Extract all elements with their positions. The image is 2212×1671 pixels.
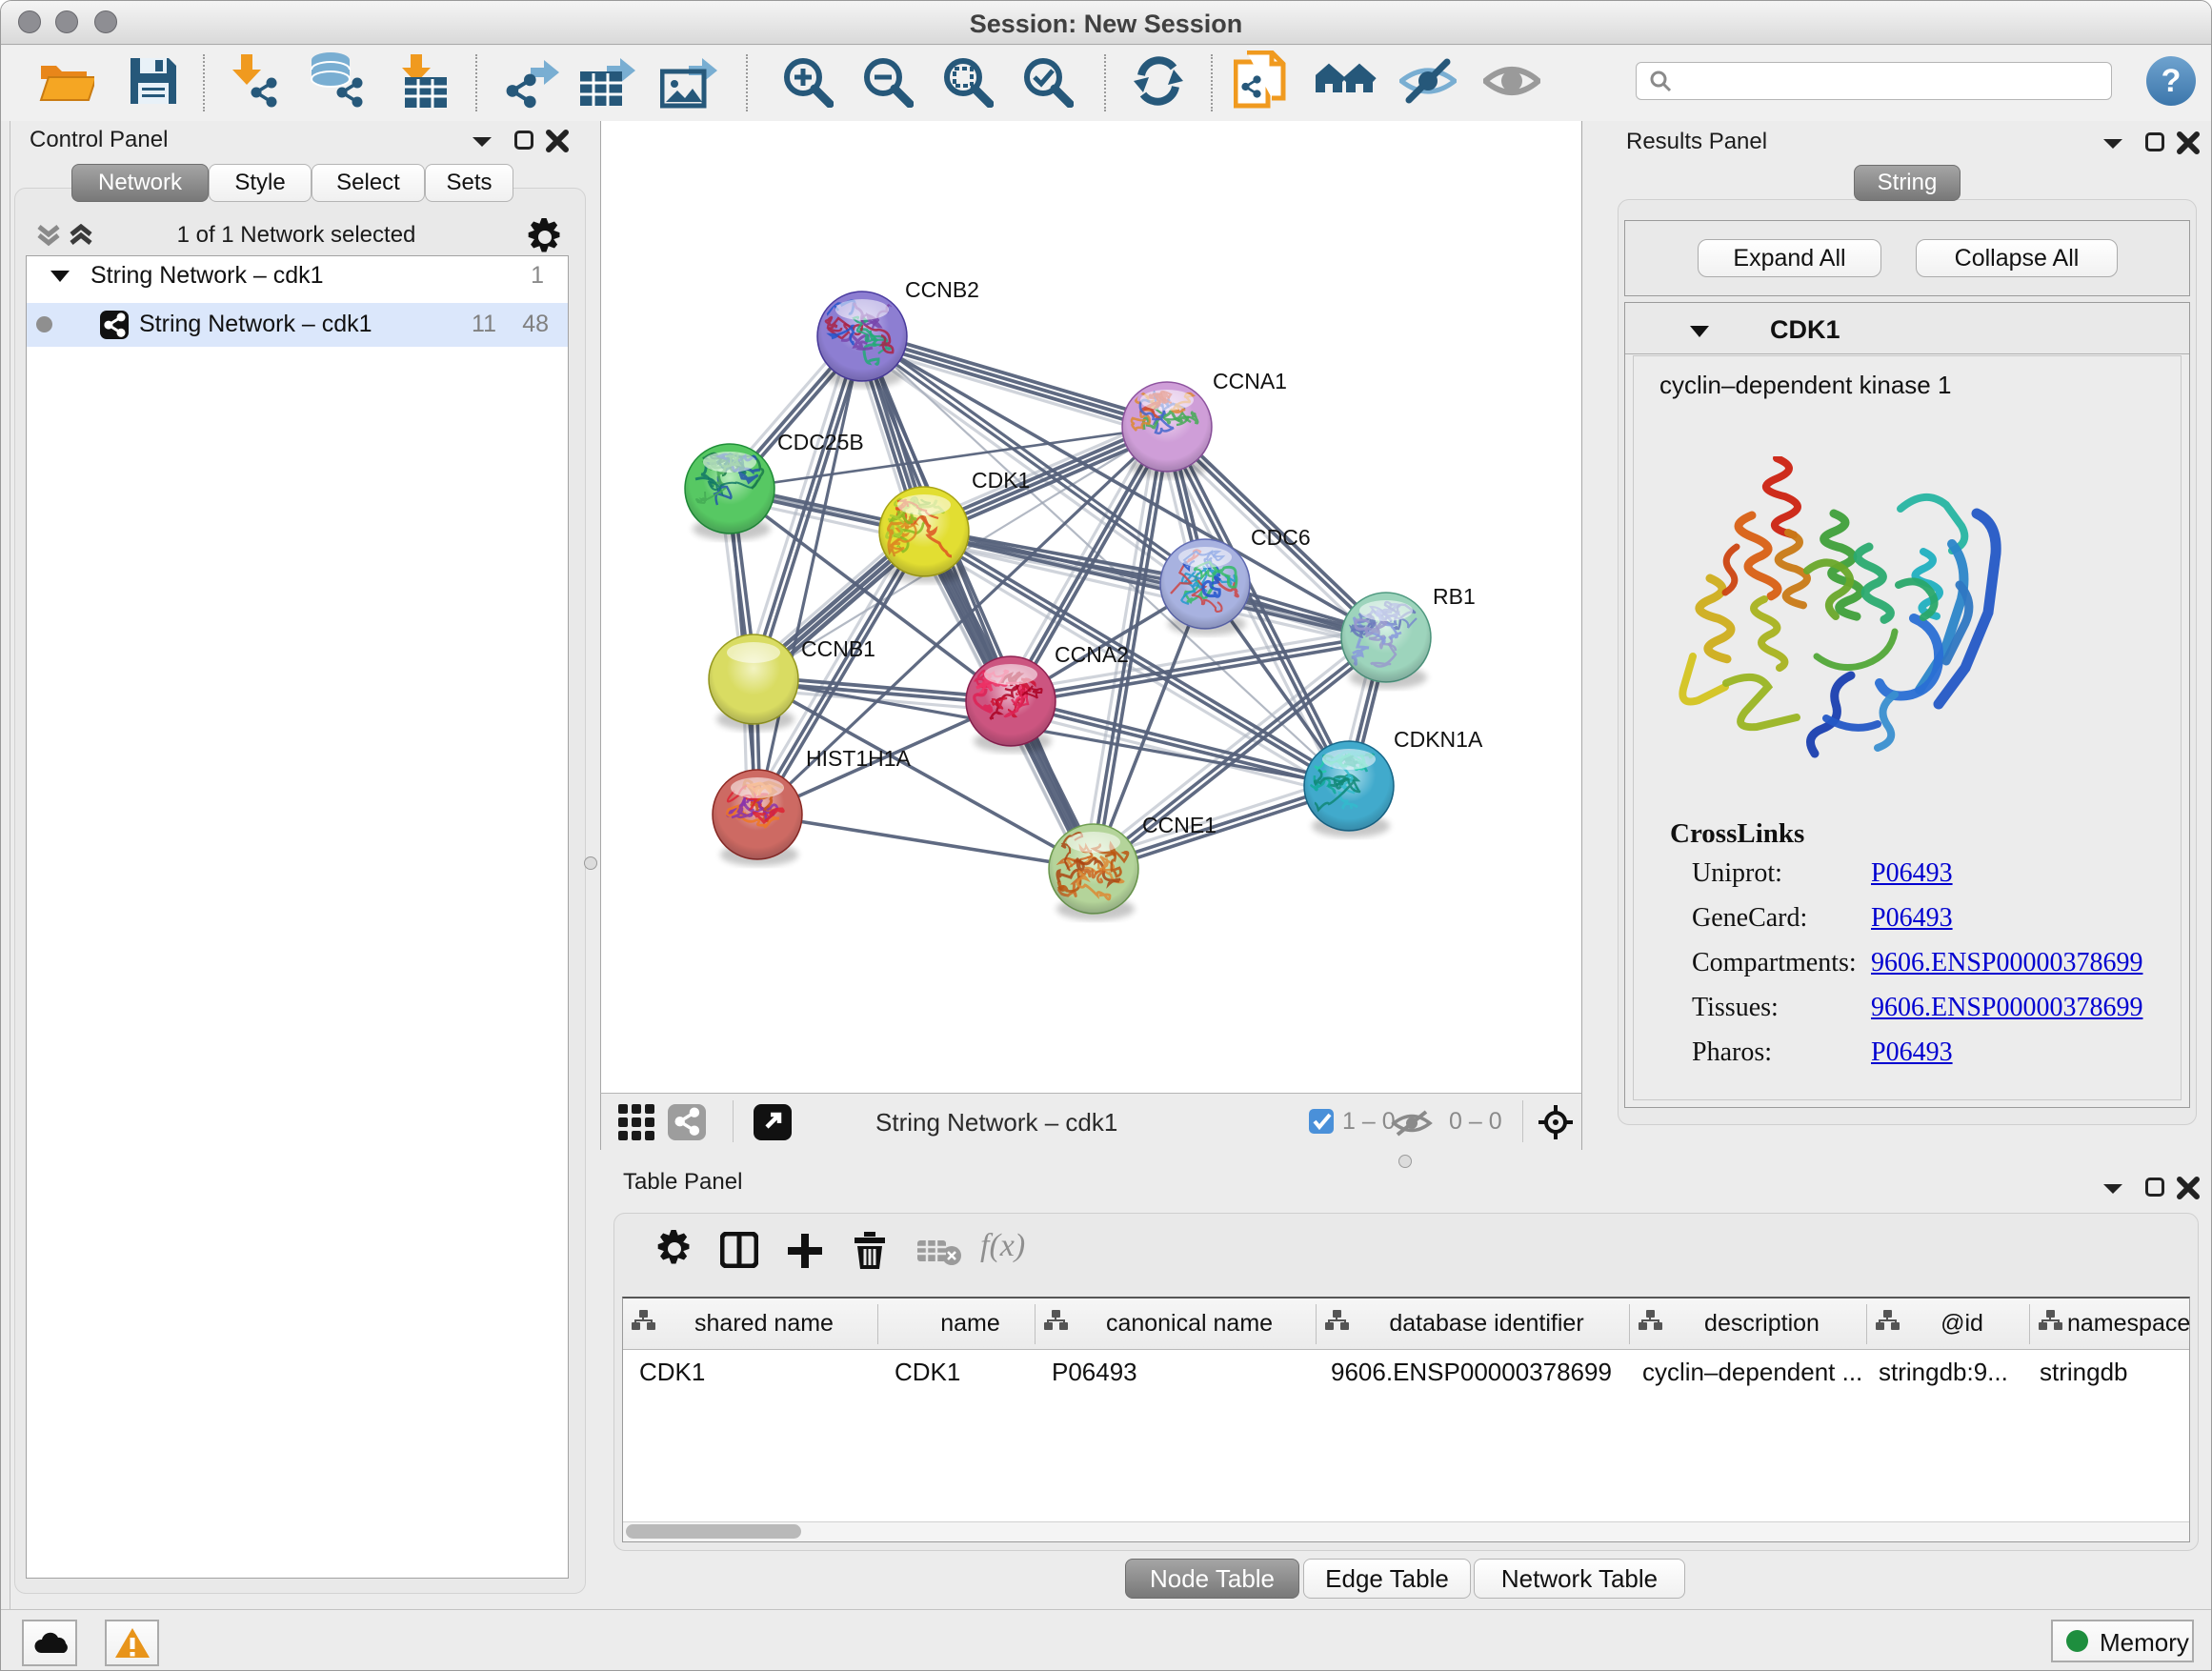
svg-text:CDC25B: CDC25B xyxy=(777,430,864,454)
svg-text:CCNB1: CCNB1 xyxy=(801,636,875,661)
svg-text:CCNA1: CCNA1 xyxy=(1213,369,1287,393)
svg-text:HIST1H1A: HIST1H1A xyxy=(806,746,912,771)
svg-text:CDC6: CDC6 xyxy=(1251,525,1311,550)
svg-text:CCNA2: CCNA2 xyxy=(1055,642,1129,667)
svg-text:RB1: RB1 xyxy=(1433,584,1476,609)
svg-text:CDKN1A: CDKN1A xyxy=(1394,727,1483,752)
svg-text:CDK1: CDK1 xyxy=(972,468,1030,493)
svg-text:CCNB2: CCNB2 xyxy=(905,277,979,302)
svg-text:CCNE1: CCNE1 xyxy=(1142,813,1217,837)
